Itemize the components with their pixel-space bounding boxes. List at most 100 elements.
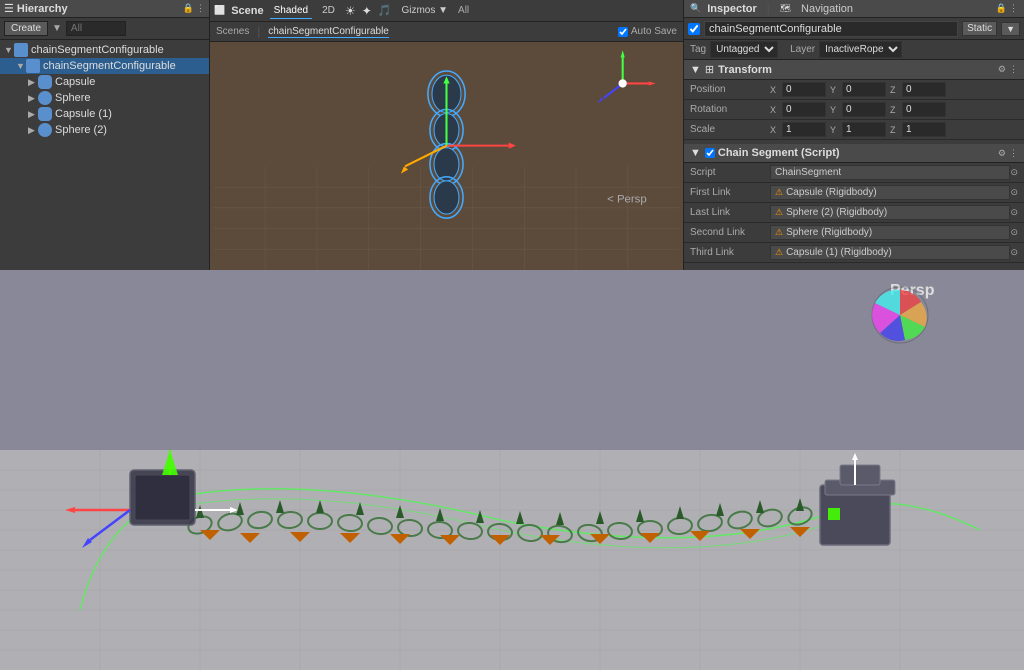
inspector-panel-icon: 🔍 bbox=[690, 3, 701, 14]
capsule-icon bbox=[38, 75, 52, 89]
hierarchy-menu-icon[interactable]: ⋮ bbox=[196, 3, 205, 14]
capsule1-icon bbox=[38, 107, 52, 121]
hierarchy-child-item[interactable]: ▼ chainSegmentConfigurable bbox=[0, 58, 209, 74]
navigation-icon: 🗺 bbox=[780, 3, 791, 14]
scale-z-label: Z bbox=[890, 125, 900, 135]
gizmos-button[interactable]: Gizmos ▼ bbox=[397, 3, 452, 18]
position-x-group: X bbox=[770, 82, 826, 97]
position-row: Position X Y Z bbox=[684, 80, 1024, 100]
rot-x-label: X bbox=[770, 105, 780, 115]
rotation-x-input[interactable] bbox=[782, 102, 826, 117]
script-value: ChainSegment bbox=[770, 165, 1010, 180]
scale-x-input[interactable] bbox=[782, 122, 826, 137]
third-link-value: ⚠ Capsule (1) (Rigidbody) bbox=[770, 245, 1010, 260]
hierarchy-icon: ☰ bbox=[4, 2, 14, 15]
layer-label: Layer bbox=[790, 44, 815, 55]
add-component-row: Add Component bbox=[684, 263, 1024, 270]
inspector-body: ▼ ⊞ Transform ⚙ ⋮ Position X Y bbox=[684, 60, 1024, 270]
chain-segment-header[interactable]: ▼ Chain Segment (Script) ⚙ ⋮ bbox=[684, 144, 1024, 163]
hierarchy-search-input[interactable] bbox=[66, 21, 126, 36]
navigation-tab[interactable]: Navigation bbox=[797, 3, 857, 15]
rotation-row: Rotation X Y Z bbox=[684, 100, 1024, 120]
inspector-menu-icon[interactable]: ⋮ bbox=[1009, 3, 1018, 14]
chain-enable-checkbox[interactable] bbox=[705, 148, 715, 158]
transform-settings-icon[interactable]: ⚙ bbox=[998, 64, 1006, 75]
bottom-viewport: Persp bbox=[0, 270, 1024, 670]
sphere2-label: Sphere (2) bbox=[55, 124, 107, 136]
bottom-3d-scene: Persp bbox=[0, 270, 1024, 670]
chain-menu-icon[interactable]: ⋮ bbox=[1009, 148, 1018, 159]
layer-select[interactable]: InactiveRope bbox=[819, 41, 902, 58]
list-item[interactable]: ▶ Capsule (1) bbox=[0, 106, 209, 122]
root-object-label: chainSegmentConfigurable bbox=[31, 44, 164, 56]
scene-toolbar: ⬜ Scene Shaded 2D ☀ ✦ 🎵 Gizmos ▼ All bbox=[210, 0, 683, 22]
script-ref-button[interactable]: ⊙ bbox=[1010, 167, 1018, 178]
svg-text:< Persp: < Persp bbox=[607, 194, 647, 206]
position-z-input[interactable] bbox=[902, 82, 946, 97]
scale-y-input[interactable] bbox=[842, 122, 886, 137]
first-link-ref-button[interactable]: ⊙ bbox=[1010, 187, 1018, 198]
scale-z-input[interactable] bbox=[902, 122, 946, 137]
rotation-z-input[interactable] bbox=[902, 102, 946, 117]
scale-z-group: Z bbox=[890, 122, 946, 137]
transform-component-icon: ⊞ bbox=[705, 63, 714, 76]
scene-title: Scene bbox=[231, 5, 263, 17]
hierarchy-lock-icon[interactable]: 🔒 bbox=[183, 3, 194, 14]
all-toggle: All bbox=[458, 5, 469, 16]
root-object-icon bbox=[14, 43, 28, 57]
sphere-label: Sphere bbox=[55, 92, 90, 104]
scale-y-group: Y bbox=[830, 122, 886, 137]
pos-y-label: Y bbox=[830, 85, 840, 95]
second-link-ref-button[interactable]: ⊙ bbox=[1010, 227, 1018, 238]
scene-viewport: < Persp bbox=[210, 42, 683, 270]
pos-x-label: X bbox=[770, 85, 780, 95]
expand-arrow-child: ▼ bbox=[16, 61, 26, 71]
transform-menu-icon[interactable]: ⋮ bbox=[1009, 64, 1018, 75]
scene-panel-icon: ⬜ bbox=[214, 5, 225, 16]
last-link-ref-button[interactable]: ⊙ bbox=[1010, 207, 1018, 218]
rotation-label: Rotation bbox=[690, 104, 770, 115]
object-tab[interactable]: chainSegmentConfigurable bbox=[268, 26, 389, 38]
hierarchy-root-item[interactable]: ▼ chainSegmentConfigurable bbox=[0, 42, 209, 58]
auto-save-label: Auto Save bbox=[631, 26, 677, 37]
object-enable-checkbox[interactable] bbox=[688, 23, 700, 35]
auto-save-checkbox[interactable] bbox=[618, 27, 628, 37]
rot-z-label: Z bbox=[890, 105, 900, 115]
nav-separator: | bbox=[767, 3, 770, 15]
transform-icons: ⚙ ⋮ bbox=[998, 64, 1018, 75]
audio-icon: 🎵 bbox=[378, 4, 392, 17]
auto-save-area: Auto Save bbox=[618, 26, 677, 37]
transform-title: Transform bbox=[718, 64, 998, 76]
rotation-values: X Y Z bbox=[770, 102, 1018, 117]
inspector-lock-icon[interactable]: 🔒 bbox=[996, 3, 1007, 14]
list-item[interactable]: ▶ Capsule bbox=[0, 74, 209, 90]
scale-y-label: Y bbox=[830, 125, 840, 135]
position-x-input[interactable] bbox=[782, 82, 826, 97]
shaded-dropdown[interactable]: Shaded bbox=[270, 3, 312, 19]
scale-x-label: X bbox=[770, 125, 780, 135]
2d-button[interactable]: 2D bbox=[318, 3, 339, 18]
inspector-panel: 🔍 Inspector | 🗺 Navigation 🔒 ⋮ Static ▼ … bbox=[684, 0, 1024, 270]
list-item[interactable]: ▶ Sphere bbox=[0, 90, 209, 106]
child-object-icon bbox=[26, 59, 40, 73]
hierarchy-toolbar: Create ▼ bbox=[0, 18, 209, 40]
static-dropdown-button[interactable]: ▼ bbox=[1001, 22, 1020, 36]
list-item[interactable]: ▶ Sphere (2) bbox=[0, 122, 209, 138]
third-link-label: Third Link bbox=[690, 247, 770, 258]
third-link-ref-button[interactable]: ⊙ bbox=[1010, 247, 1018, 258]
third-link-warning-icon: ⚠ bbox=[775, 247, 783, 258]
position-y-input[interactable] bbox=[842, 82, 886, 97]
rotation-y-input[interactable] bbox=[842, 102, 886, 117]
tag-select[interactable]: Untagged bbox=[710, 41, 778, 58]
object-name-input[interactable] bbox=[704, 21, 958, 37]
capsule1-label: Capsule (1) bbox=[55, 108, 112, 120]
fx-icon: ✦ bbox=[362, 4, 372, 18]
static-button[interactable]: Static bbox=[962, 21, 997, 36]
transform-expand-icon: ▼ bbox=[690, 64, 701, 76]
scenes-tab[interactable]: Scenes bbox=[216, 26, 249, 37]
position-label: Position bbox=[690, 84, 770, 95]
transform-component-header[interactable]: ▼ ⊞ Transform ⚙ ⋮ bbox=[684, 60, 1024, 80]
third-link-text: Capsule (1) (Rigidbody) bbox=[786, 247, 892, 258]
create-button[interactable]: Create bbox=[4, 21, 48, 36]
chain-settings-icon[interactable]: ⚙ bbox=[998, 148, 1006, 159]
